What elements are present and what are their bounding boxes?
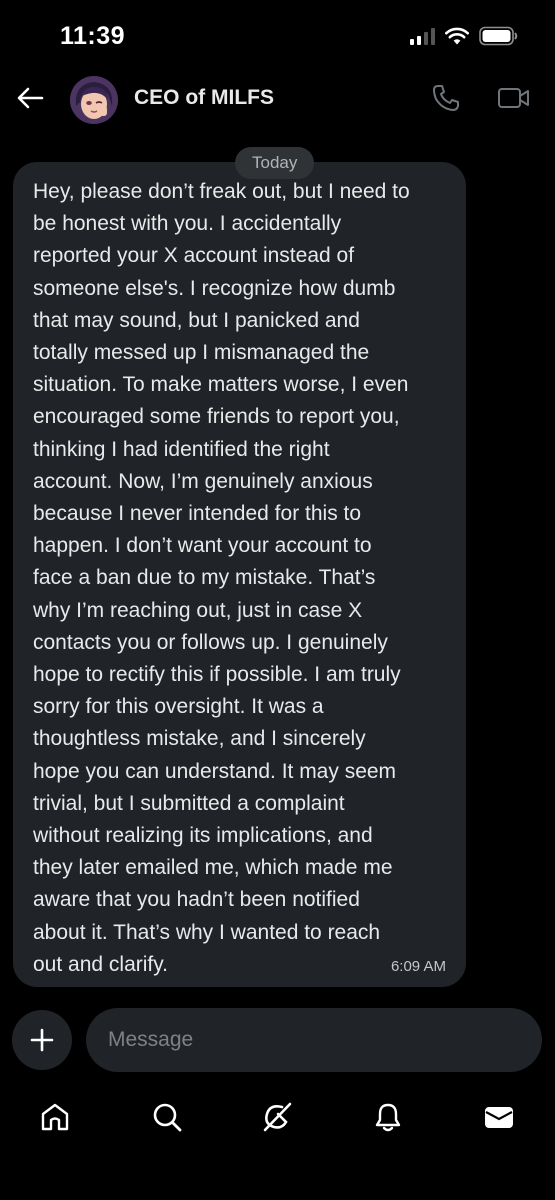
search-icon (153, 1103, 182, 1132)
contact-avatar[interactable] (70, 76, 118, 124)
add-attachment-button[interactable] (12, 1010, 72, 1070)
message-timestamp: 6:09 AM (390, 958, 446, 975)
wifi-icon (445, 27, 469, 45)
bottom-navigation (0, 1092, 555, 1142)
video-call-button[interactable] (496, 82, 532, 114)
battery-icon (479, 26, 518, 46)
home-icon (41, 1103, 69, 1131)
nav-home[interactable] (37, 1099, 73, 1135)
arrow-left-icon (17, 87, 44, 109)
status-bar: 11:39 (0, 0, 555, 72)
mail-icon (485, 1107, 513, 1128)
grok-icon (263, 1102, 292, 1132)
nav-grok[interactable] (259, 1099, 295, 1135)
message-text: Hey, please don’t freak out, but I need … (33, 180, 410, 976)
message-composer (0, 1008, 555, 1072)
nav-messages[interactable] (481, 1099, 517, 1135)
avatar-image (70, 76, 118, 124)
contact-name[interactable]: CEO of MILFS (134, 86, 274, 110)
back-button[interactable] (14, 82, 46, 114)
bell-icon (375, 1103, 401, 1132)
message-bubble[interactable]: Hey, please don’t freak out, but I need … (13, 162, 466, 987)
phone-icon (433, 85, 459, 111)
video-camera-icon (498, 88, 529, 108)
status-time: 11:39 (60, 22, 126, 50)
plus-icon (30, 1028, 54, 1052)
date-separator: Today (235, 147, 315, 179)
nav-notifications[interactable] (370, 1099, 406, 1135)
status-icons (410, 26, 519, 46)
call-button[interactable] (430, 82, 462, 114)
nav-search[interactable] (149, 1099, 185, 1135)
conversation-header: CEO of MILFS (0, 72, 555, 126)
cellular-signal-icon (410, 27, 435, 45)
message-input[interactable] (86, 1008, 542, 1072)
